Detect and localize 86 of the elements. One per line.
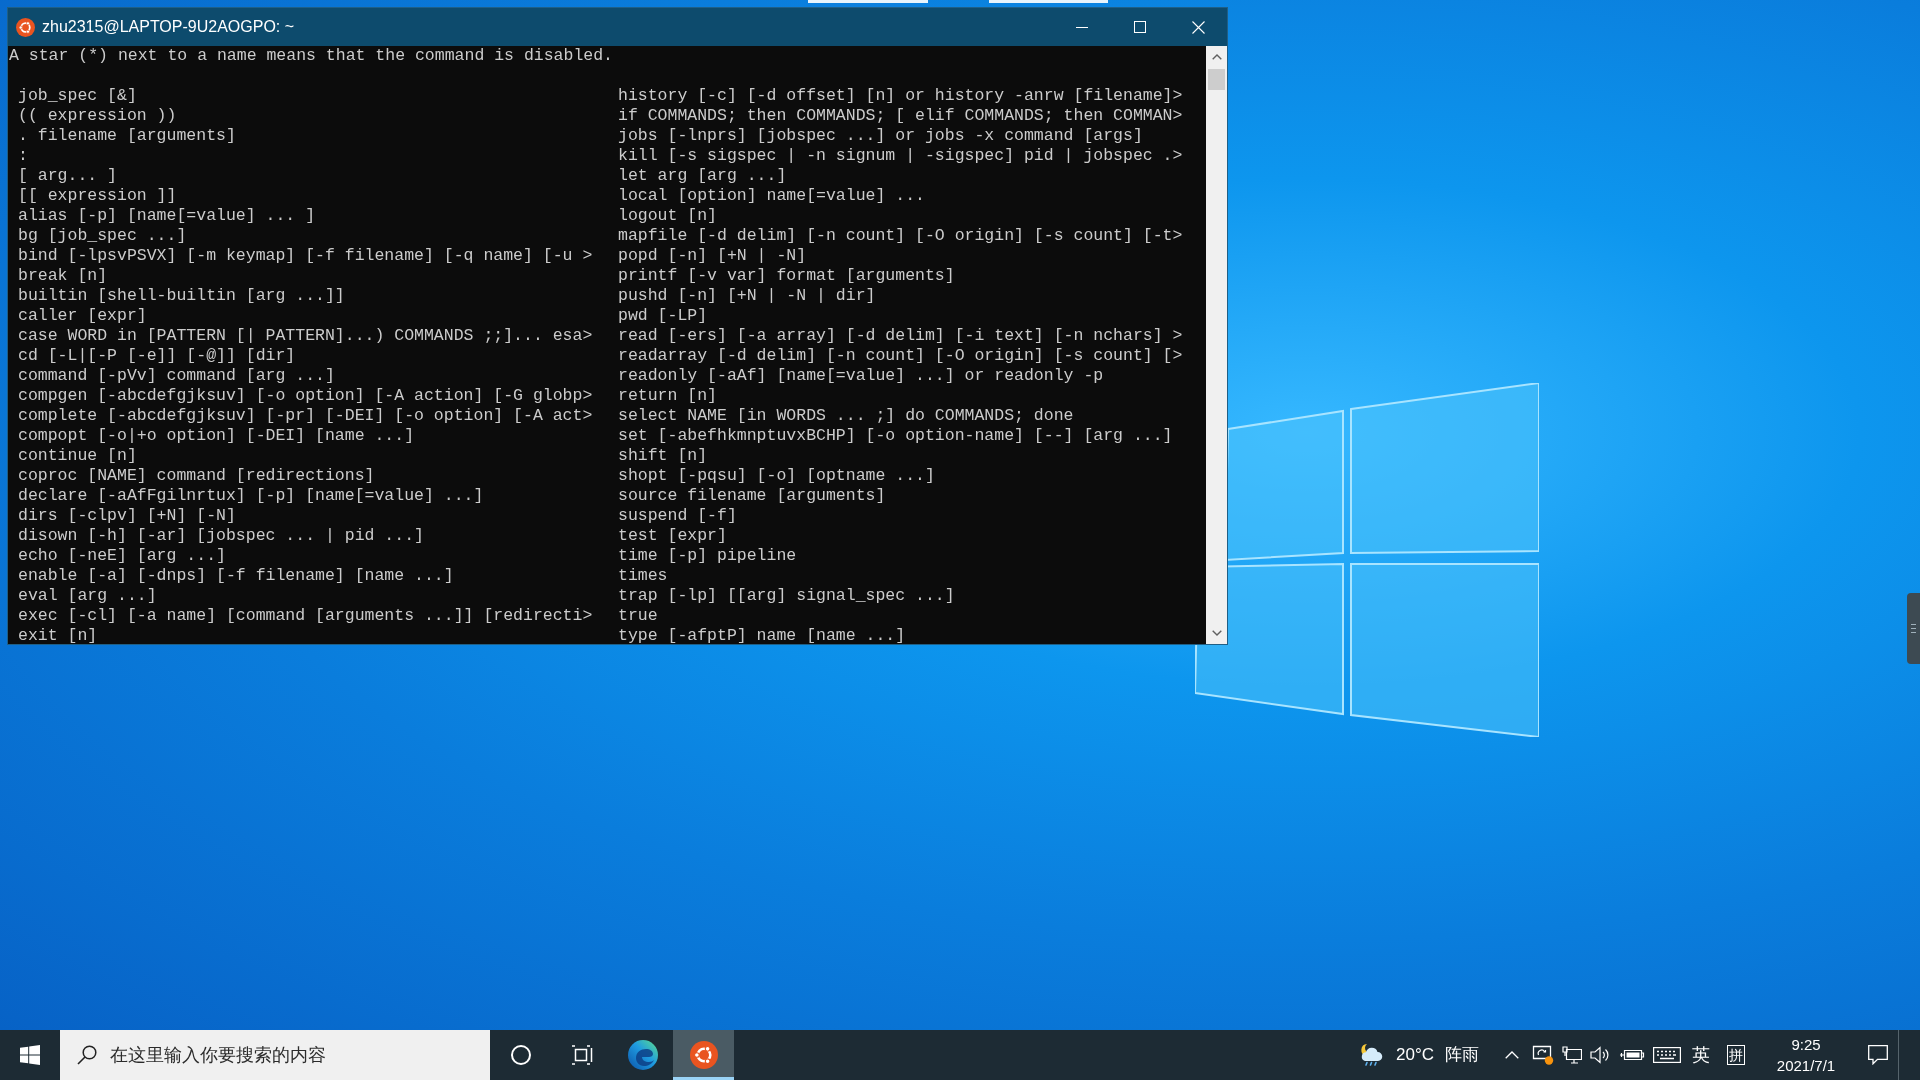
- input-language[interactable]: 英: [1692, 1044, 1710, 1066]
- terminal-line: let arg [arg ...]: [618, 166, 787, 186]
- terminal-line: [ arg... ]: [18, 166, 118, 186]
- swirl-logo-icon: [627, 1040, 658, 1070]
- terminal-line: readarray [-d delim] [-n count] [-O origin] [-s count] [>: [618, 346, 1183, 366]
- terminal-line: source filename [arguments]: [618, 486, 886, 506]
- terminal-line: set [-abefhkmnptuvxBCHP] [-o option-name] [--] [arg ...]: [618, 426, 1173, 446]
- ring-logo-icon: [689, 1041, 718, 1069]
- terminal-line: local [option] name[=value] ...: [618, 186, 925, 206]
- terminal-line: popd [-n] [+N | -N]: [618, 246, 807, 266]
- terminal-line: exec [-cl] [-a name] [command [arguments ...]] [redirecti>: [18, 606, 593, 626]
- terminal-line: (( expression )): [18, 106, 177, 126]
- terminal-line: history [-c] [-d offset] [n] or history -anrw [filename]>: [618, 86, 1183, 106]
- terminal-line: coproc [NAME] command [redirections]: [18, 466, 375, 486]
- keyboard-icon[interactable]: [1653, 1047, 1681, 1063]
- window-title: zhu2315@LAPTOP-9U2AOGPO: ~: [42, 17, 295, 37]
- terminal-line: shift [n]: [618, 446, 708, 466]
- terminal-line: pushd [-n] [+N | -N | dir]: [618, 286, 876, 306]
- terminal-line: enable [-a] [-dnps] [-f filename] [name ...]: [18, 566, 454, 586]
- cloud-moon-icon[interactable]: [1358, 1043, 1384, 1067]
- terminal-line: mapfile [-d delim] [-n count] [-O origin] [-s count] [-t>: [618, 226, 1183, 246]
- minimize-icon: [1076, 26, 1088, 28]
- terminal-line: caller [expr]: [18, 306, 147, 326]
- terminal-line: :: [18, 146, 28, 166]
- terminal-line: case WORD in [PATTERN [| PATTERN]...) COMMANDS ;;]... esa>: [18, 326, 593, 346]
- search-icon: [77, 1045, 97, 1065]
- ring-logo-icon: [16, 17, 35, 37]
- terminal-line: [[ expression ]]: [18, 186, 177, 206]
- terminal-line: trap [-lp] [[arg] signal_spec ...]: [618, 586, 955, 606]
- terminal-line: read [-ers] [-a array] [-d delim] [-i text] [-n nchars] >: [618, 326, 1183, 346]
- terminal-line: bg [job_spec ...]: [18, 226, 187, 246]
- terminal-line: return [n]: [618, 386, 718, 406]
- terminal-line: exit [n]: [18, 626, 98, 644]
- weather-temperature[interactable]: 20°C: [1396, 1042, 1434, 1068]
- weather-condition[interactable]: 阵雨: [1445, 1042, 1479, 1068]
- taskbar-button[interactable]: [673, 1030, 734, 1080]
- terminal-line: command [-pVv] command [arg ...]: [18, 366, 335, 386]
- terminal-line: suspend [-f]: [618, 506, 737, 526]
- clock[interactable]: 9:25 2021/7/1: [1776, 1034, 1836, 1076]
- window-frames-icon: [570, 1045, 593, 1065]
- search-field[interactable]: 在这里输入你要搜索的内容: [60, 1030, 490, 1080]
- ring-icon: [509, 1044, 532, 1066]
- terminal-line: cd [-L|[-P [-e]] [-@]] [dir]: [18, 346, 296, 366]
- terminal-line: printf [-v var] format [arguments]: [618, 266, 955, 286]
- terminal-line: eval [arg ...]: [18, 586, 157, 606]
- terminal-line: times: [618, 566, 668, 586]
- terminal-line: echo [-neE] [arg ...]: [18, 546, 226, 566]
- terminal-line: compopt [-o|+o option] [-DEI] [name ...]: [18, 426, 415, 446]
- terminal-line: builtin [shell-builtin [arg ...]]: [18, 286, 345, 306]
- terminal-line: jobs [-lnprs] [jobspec ...] or jobs -x command [args]: [618, 126, 1143, 146]
- terminal-line: select NAME [in WORDS ... ;] do COMMANDS; done: [618, 406, 1074, 426]
- terminal-line: break [n]: [18, 266, 108, 286]
- side-handle[interactable]: [1907, 593, 1920, 664]
- input-mode[interactable]: 拼: [1727, 1045, 1745, 1065]
- display-sync-icon[interactable]: [1532, 1045, 1554, 1065]
- speaker-icon[interactable]: [1590, 1046, 1610, 1064]
- scrollbar-thumb[interactable]: [1208, 69, 1225, 90]
- terminal-line: kill [-s sigspec | -n signum | -sigspec] pid | jobspec .>: [618, 146, 1183, 166]
- terminal-line: readonly [-aAf] [name[=value] ...] or readonly -p: [618, 366, 1104, 386]
- terminal-line: test [expr]: [618, 526, 727, 546]
- terminal-line: shopt [-pqsu] [-o] [optname ...]: [618, 466, 935, 486]
- terminal-line: . filename [arguments]: [18, 126, 236, 146]
- terminal-line: compgen [-abcdefgjksuv] [-o option] [-A action] [-G globp>: [18, 386, 593, 406]
- maximize-icon: [1134, 21, 1146, 33]
- terminal-line: disown [-h] [-ar] [jobspec ... | pid ...]: [18, 526, 424, 546]
- speech-bubble-icon[interactable]: [1868, 1045, 1888, 1065]
- terminal-line: pwd [-LP]: [618, 306, 708, 326]
- terminal-line: A star (*) next to a name means that the command is disabled.: [9, 46, 613, 66]
- terminal-line: logout [n]: [618, 206, 718, 226]
- battery-icon[interactable]: [1619, 1048, 1645, 1062]
- terminal-line: type [-afptP] name [name ...]: [618, 626, 906, 644]
- terminal-line: job_spec [&]: [18, 86, 137, 106]
- terminal-line: continue [n]: [18, 446, 137, 466]
- terminal-line: true: [618, 606, 658, 626]
- terminal-line: if COMMANDS; then COMMANDS; [ elif COMMANDS; then COMMAN>: [618, 106, 1183, 126]
- terminal-line: dirs [-clpv] [+N] [-N]: [18, 506, 236, 526]
- close-icon: [1191, 20, 1205, 34]
- terminal-line: bind [-lpsvPSVX] [-m keymap] [-f filename] [-q name] [-u >: [18, 246, 593, 266]
- terminal-line: complete [-abcdefgjksuv] [-pr] [-DEI] [-o option] [-A act>: [18, 406, 593, 426]
- terminal-line: time [-p] pipeline: [618, 546, 797, 566]
- scrollbar[interactable]: [1206, 46, 1227, 644]
- terminal-line: alias [-p] [name[=value] ... ]: [18, 206, 316, 226]
- four-panes-icon: [20, 1045, 40, 1065]
- monitor-icon[interactable]: [1562, 1046, 1582, 1064]
- chevron-down-icon[interactable]: [1211, 630, 1222, 636]
- terminal-line: declare [-aAfFgilnrtux] [-p] [name[=value] ...]: [18, 486, 484, 506]
